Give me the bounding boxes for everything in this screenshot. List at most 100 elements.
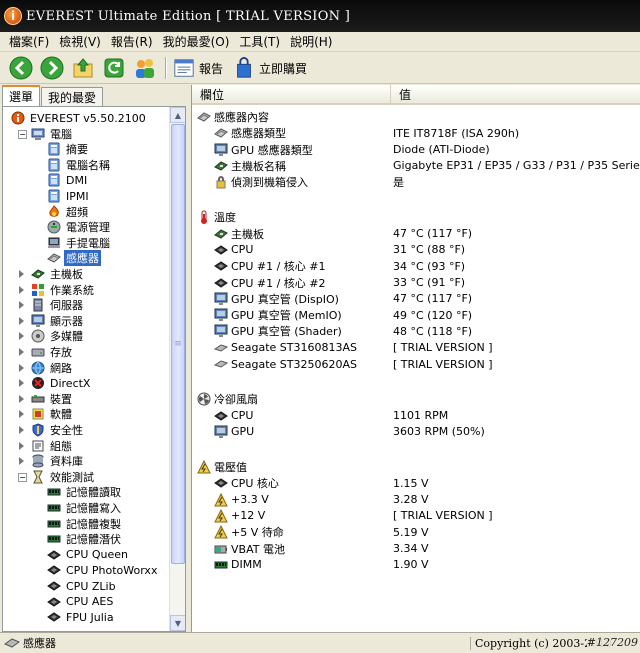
tree-item[interactable]: CPU PhotoWorxx — [47, 562, 159, 578]
users-button[interactable] — [132, 55, 158, 81]
tree-item[interactable]: 軟體 — [31, 406, 74, 422]
tree-item[interactable]: 安全性 — [31, 422, 85, 438]
tree-item[interactable]: 電腦 — [31, 126, 74, 142]
collapse-toggle[interactable]: − — [18, 129, 27, 139]
expand-arrow-icon[interactable] — [19, 363, 24, 372]
tree-item[interactable]: 主機板 — [31, 266, 85, 282]
sensor-row[interactable]: CPU — [214, 242, 253, 258]
back-button[interactable] — [8, 55, 34, 81]
tree-item[interactable]: 多媒體 — [31, 328, 85, 344]
sensor-row[interactable]: 感應器類型 — [214, 125, 286, 141]
scroll-up-arrow[interactable]: ▲ — [170, 107, 185, 123]
tree-item[interactable]: FPU Julia — [47, 609, 116, 625]
menu-tools[interactable]: 工具(T) — [234, 33, 285, 50]
tree-item[interactable]: IPMI — [47, 188, 91, 204]
expand-arrow-icon[interactable] — [19, 285, 24, 294]
expand-arrow-icon[interactable] — [19, 410, 24, 419]
tree-item-label: 效能測試 — [50, 470, 94, 484]
tree-item[interactable]: 效能測試 — [31, 469, 96, 485]
sensor-row[interactable]: Seagate ST3250620AS — [214, 356, 357, 372]
tree-item-label: DMI — [66, 173, 88, 187]
buy-now-button[interactable]: 立即購買 — [233, 57, 307, 79]
sensor-row[interactable]: CPU #1 / 核心 #2 — [214, 275, 326, 291]
everest-app-icon[interactable]: i — [4, 7, 22, 25]
sensor-row[interactable]: GPU 感應器類型 — [214, 142, 313, 158]
tab-favorites[interactable]: 我的最愛 — [41, 87, 104, 106]
tree-item[interactable]: DMI — [47, 172, 89, 188]
expand-arrow-icon[interactable] — [19, 316, 24, 325]
report-button[interactable]: 報告 — [173, 57, 223, 79]
menu-favorites[interactable]: 我的最愛(O) — [158, 33, 235, 50]
section-title: 感應器內容 — [214, 111, 269, 124]
tree-item[interactable]: EVEREST v5.50.2100 — [11, 110, 148, 126]
tree-item[interactable]: 記憶體複製 — [47, 516, 123, 532]
menu-help[interactable]: 說明(H) — [285, 33, 337, 50]
expand-arrow-icon[interactable] — [19, 457, 24, 466]
sensor-row[interactable]: VBAT 電池 — [214, 541, 285, 557]
up-button[interactable] — [70, 55, 96, 81]
expand-arrow-icon[interactable] — [19, 441, 24, 450]
tree-item[interactable]: CPU Queen — [47, 547, 130, 563]
tree-item[interactable]: 記憶體潛伏 — [47, 531, 123, 547]
tree-item[interactable]: CPU ZLib — [47, 578, 118, 594]
expand-arrow-icon[interactable] — [19, 379, 24, 388]
column-value-header[interactable]: 值 — [391, 85, 640, 103]
sensor-row[interactable]: CPU — [214, 408, 253, 424]
tree-scrollbar[interactable]: ▲ ≡ ▼ — [169, 107, 185, 631]
sensor-row[interactable]: Seagate ST3160813AS — [214, 340, 357, 356]
scroll-thumb[interactable]: ≡ — [171, 124, 185, 564]
info-icon — [47, 158, 61, 172]
column-field-header[interactable]: 欄位 — [192, 85, 391, 103]
expand-arrow-icon[interactable] — [19, 394, 24, 403]
expand-arrow-icon[interactable] — [19, 270, 24, 278]
tree-item[interactable]: 網路 — [31, 360, 74, 376]
sensor-row[interactable]: +12 V — [214, 508, 265, 524]
overclock-icon — [47, 204, 61, 219]
forward-button[interactable] — [39, 55, 65, 81]
collapse-toggle[interactable]: − — [18, 472, 27, 482]
sensor-row[interactable]: 主機板名稱 — [214, 158, 286, 174]
tree-item[interactable]: 伺服器 — [31, 297, 85, 313]
tree-item[interactable]: 組態 — [31, 438, 74, 454]
sensor-row[interactable]: GPU 真空管 (DispIO) — [214, 291, 339, 307]
sensor-row[interactable]: CPU 核心 — [214, 475, 279, 491]
sensor-row[interactable]: DIMM — [214, 557, 262, 573]
sensor-row[interactable]: 主機板 — [214, 226, 264, 242]
tree-item[interactable]: 電腦名稱 — [47, 157, 112, 173]
sensor-row[interactable]: GPU 真空管 (MemIO) — [214, 307, 342, 323]
tree-item[interactable]: 顯示器 — [31, 313, 85, 329]
sensor-row[interactable]: GPU 真空管 (Shader) — [214, 323, 342, 339]
tree-item[interactable]: 作業系統 — [31, 282, 96, 298]
tree-item-label: 電源管理 — [66, 221, 110, 235]
tree-item[interactable]: 裝置 — [31, 391, 74, 407]
menu-file[interactable]: 檔案(F) — [4, 33, 54, 50]
expand-arrow-icon[interactable] — [19, 426, 24, 434]
tab-menu[interactable]: 選單 — [2, 85, 41, 106]
tree-item[interactable]: 資料庫 — [31, 453, 85, 469]
tree-item[interactable]: 手提電腦 — [47, 235, 112, 251]
tree-item[interactable]: CPU AES — [47, 594, 115, 610]
scroll-down-arrow[interactable]: ▼ — [170, 615, 185, 631]
sensor-row[interactable]: +5 V 待命 — [214, 524, 284, 540]
refresh-button[interactable] — [101, 55, 127, 81]
tree-item[interactable]: DirectX — [31, 375, 92, 391]
sensor-row[interactable]: GPU — [214, 424, 254, 440]
tree-item[interactable]: 記憶體寫入 — [47, 500, 123, 516]
tree-item[interactable]: 電源管理 — [47, 219, 112, 235]
expand-arrow-icon[interactable] — [19, 332, 24, 341]
tree-item[interactable]: 摘要 — [47, 141, 90, 157]
tree-item[interactable]: 超頻 — [47, 204, 90, 220]
tree-item[interactable]: 記憶體讀取 — [47, 484, 123, 500]
sensor-row[interactable]: +3.3 V — [214, 492, 269, 508]
everest-icon — [11, 111, 25, 125]
tree-item[interactable]: 存放 — [31, 344, 74, 360]
sensor-row[interactable]: 偵測到機箱侵入 — [214, 174, 308, 190]
menu-report[interactable]: 報告(R) — [106, 33, 158, 50]
expand-arrow-icon[interactable] — [19, 301, 24, 310]
tree-item[interactable]: 感應器 — [47, 250, 101, 267]
expand-arrow-icon[interactable] — [19, 348, 24, 356]
memory-icon — [47, 501, 61, 515]
tree-item-label: 超頻 — [66, 205, 88, 219]
sensor-row[interactable]: CPU #1 / 核心 #1 — [214, 258, 326, 274]
menu-view[interactable]: 檢視(V) — [54, 33, 106, 50]
